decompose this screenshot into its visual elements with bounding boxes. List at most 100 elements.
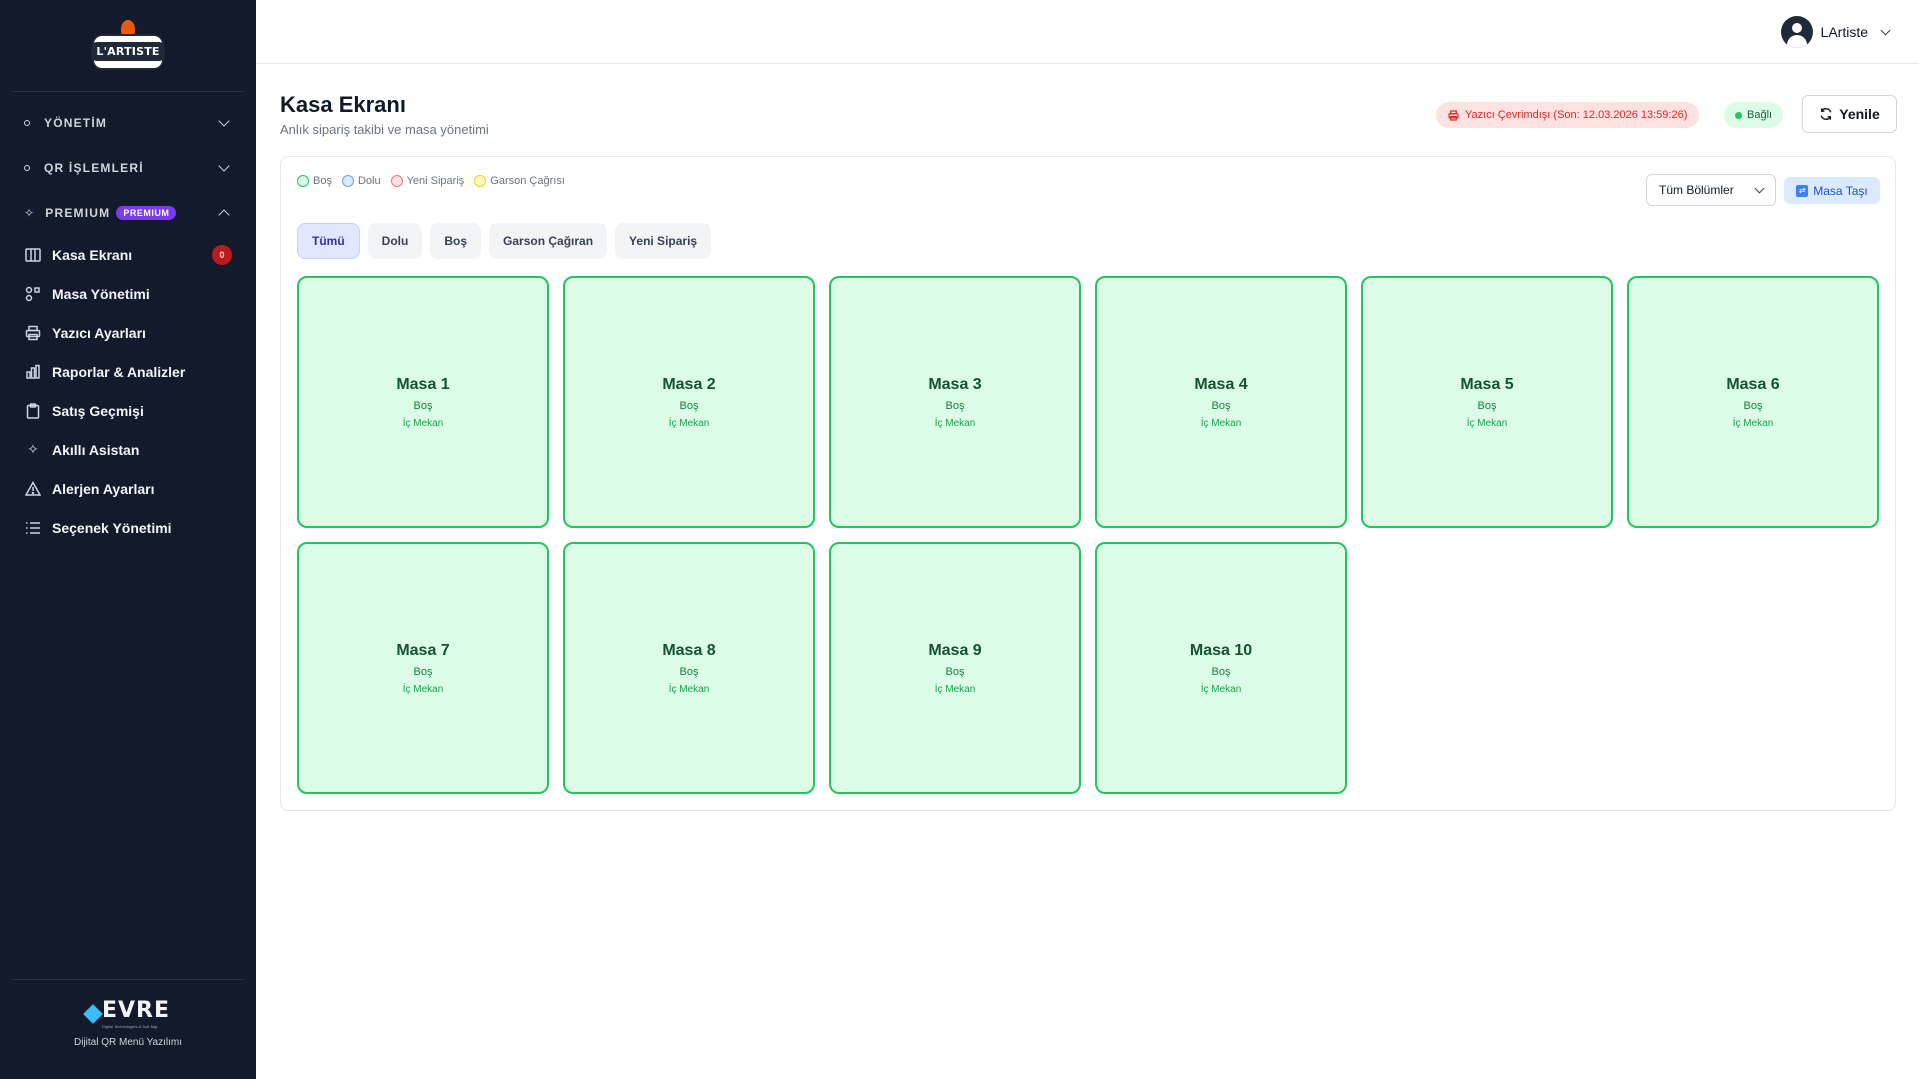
sidebar-item-label: Akıllı Asistan [52,441,140,458]
filter-tab-occupied[interactable]: Dolu [367,223,423,259]
sidebar-item-label: Alerjen Ayarları [52,480,155,497]
brand-logo-text: L'ARTISTE [91,42,165,61]
move-table-button[interactable]: ⇄ Masa Taşı [1784,177,1880,204]
table-card[interactable]: Masa 4 Boş İç Mekan [1095,276,1347,528]
diamond-icon [83,1003,103,1024]
sidebar-item-secenek-yonetimi[interactable]: Seçenek Yönetimi [0,508,256,547]
printer-status-badge: Yazıcı Çevrimdışı (Son: 12.03.2026 13:59… [1436,102,1700,128]
table-name: Masa 5 [1460,375,1514,393]
list-icon [24,519,42,537]
bar-chart-icon [24,363,42,381]
warning-icon [24,480,42,498]
table-name: Masa 7 [396,641,450,659]
sidebar-section-label: PREMIUM [45,205,111,220]
user-menu[interactable]: LArtiste [1780,16,1891,48]
sidebar-item-masa-yonetimi[interactable]: Masa Yönetimi [0,274,256,313]
table-name: Masa 9 [928,641,982,659]
sidebar-item-label: Kasa Ekranı [52,246,133,263]
tables-panel: Boş Dolu Yeni Sipariş Garson Çağrısı Tüm… [280,156,1896,811]
table-card[interactable]: Masa 9 Boş İç Mekan [829,542,1081,794]
table-location: İç Mekan [1466,417,1508,429]
filter-tab-waiter-call[interactable]: Garson Çağıran [489,223,608,259]
legend-item: Garson Çağrısı [474,175,565,187]
legend-swatch [390,175,403,187]
filter-tabs: Tümü Dolu Boş Garson Çağıran Yeni Sipari… [297,223,712,259]
table-status: Boş [1211,665,1231,678]
sparkle-icon: ✧ [27,441,39,457]
logo-area: L'ARTISTE [12,0,244,92]
table-card[interactable]: Masa 1 Boş İç Mekan [297,276,549,528]
connection-status-badge: Bağlı [1724,102,1784,128]
legend-swatch [341,175,354,187]
legend-label: Dolu [357,175,381,187]
legend-item: Dolu [341,175,381,187]
table-location: İç Mekan [934,417,976,429]
table-card[interactable]: Masa 5 Boş İç Mekan [1361,276,1613,528]
move-icon: ⇄ [1796,184,1809,197]
topbar: LArtiste [256,0,1919,64]
footer-tagline: Dijital QR Menü Yazılımı [74,1037,182,1048]
table-name: Masa 2 [662,375,716,393]
order-count-badge: 0 [212,244,232,265]
sidebar-section-yonetim[interactable]: YÖNETİM [0,100,256,145]
table-location: İç Mekan [1200,683,1242,695]
chevron-down-icon [218,159,230,172]
table-card[interactable]: Masa 8 Boş İç Mekan [563,542,815,794]
legend-swatch [297,175,309,187]
sidebar-section-label: YÖNETİM [44,115,108,130]
table-status: Boş [1743,399,1763,412]
table-status: Boş [1477,399,1497,412]
table-status: Boş [945,665,965,678]
chevron-down-icon [1880,25,1891,35]
sidebar-section-premium[interactable]: ✧ PREMIUM PREMIUM [0,190,256,235]
filter-tab-empty[interactable]: Boş [430,223,482,259]
legend-label: Garson Çağrısı [490,175,565,187]
sidebar-footer: EVRE Digital Technologies & Soft Mgt. Di… [12,979,244,1079]
sidebar-item-akilli-asistan[interactable]: ✧ Akıllı Asistan [0,430,256,469]
shapes-icon [24,285,42,303]
refresh-button[interactable]: Yenile [1802,95,1897,133]
table-name: Masa 1 [396,375,450,393]
evre-logo-text: EVRE [101,998,171,1023]
page-title: Kasa Ekranı [280,92,406,117]
table-card[interactable]: Masa 7 Boş İç Mekan [297,542,549,794]
sidebar-item-label: Raporlar & Analizler [52,363,186,380]
dot-icon [24,164,30,171]
sidebar-section-qr[interactable]: QR İŞLEMLERİ [0,145,256,190]
sidebar-item-label: Seçenek Yönetimi [52,519,172,536]
table-status: Boş [945,399,965,412]
table-name: Masa 8 [662,641,716,659]
printer-icon [1448,109,1459,121]
table-location: İç Mekan [934,683,976,695]
sidebar-item-label: Satış Geçmişi [52,402,144,419]
status-legend: Boş Dolu Yeni Sipariş Garson Çağrısı [297,175,565,187]
sidebar-item-label: Masa Yönetimi [52,285,150,302]
sparkle-icon: ✧ [24,205,36,220]
sidebar-item-alerjen-ayarlari[interactable]: Alerjen Ayarları [0,469,256,508]
table-name: Masa 3 [928,375,982,393]
filter-tab-new-order[interactable]: Yeni Sipariş [615,223,712,259]
table-name: Masa 10 [1189,641,1253,659]
printer-icon [24,324,42,342]
move-table-label: Masa Taşı [1813,183,1868,198]
table-card[interactable]: Masa 2 Boş İç Mekan [563,276,815,528]
table-location: İç Mekan [1732,417,1774,429]
brand-logo[interactable]: L'ARTISTE [91,19,165,72]
table-card[interactable]: Masa 6 Boş İç Mekan [1627,276,1879,528]
sidebar-item-yazici-ayarlari[interactable]: Yazıcı Ayarları [0,313,256,352]
tables-grid: Masa 1 Boş İç Mekan Masa 2 Boş İç Mekan … [297,276,1879,794]
table-card[interactable]: Masa 10 Boş İç Mekan [1095,542,1347,794]
table-location: İç Mekan [402,683,444,695]
section-select[interactable]: Tüm Bölümler [1646,174,1776,206]
sidebar-item-kasa-ekrani[interactable]: Kasa Ekranı 0 [0,235,256,274]
table-card[interactable]: Masa 3 Boş İç Mekan [829,276,1081,528]
chevron-down-icon [1754,183,1765,193]
sidebar-item-satis-gecmisi[interactable]: Satış Geçmişi [0,391,256,430]
evre-logo-subtext: Digital Technologies & Soft Mgt. [101,1024,159,1029]
legend-item: Boş [297,175,332,187]
connection-status-text: Bağlı [1747,109,1773,121]
avatar [1780,16,1813,48]
filter-tab-all[interactable]: Tümü [297,223,360,259]
sidebar-item-raporlar[interactable]: Raporlar & Analizler [0,352,256,391]
section-select-value: Tüm Bölümler [1659,183,1734,197]
